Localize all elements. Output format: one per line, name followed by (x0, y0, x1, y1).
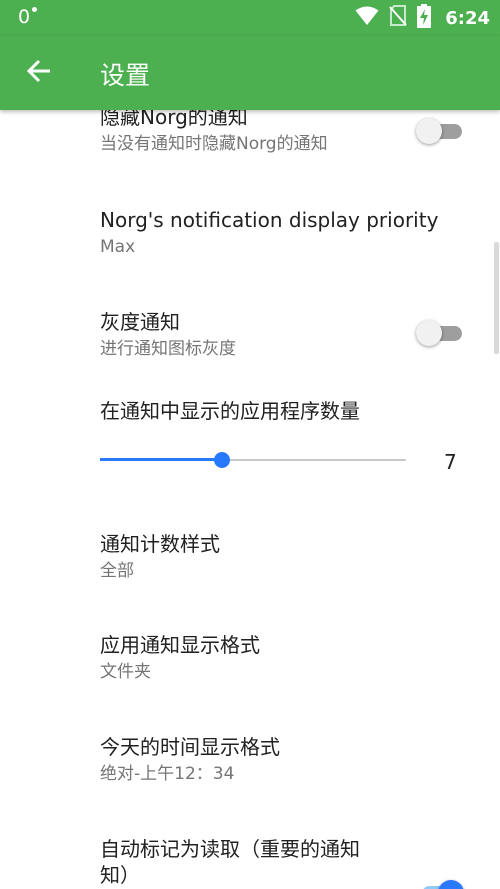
setting-title: 自动标记为读取（重要的通知 (100, 837, 360, 861)
setting-auto-mark-read[interactable]: 自动标记为读取（重要的通知 知） (100, 836, 390, 888)
page-title: 设置 (100, 61, 151, 90)
slider-knob[interactable] (214, 452, 230, 468)
setting-summary: 文件夹 (100, 662, 151, 682)
status-icons: 6:24 (355, 4, 490, 32)
slider-value: 7 (444, 450, 457, 474)
wifi-icon (355, 6, 379, 30)
hide-norg-notification-switch[interactable] (416, 116, 464, 146)
setting-title: Norg's notification display priority (100, 208, 439, 232)
setting-today-time-format[interactable]: 今天的时间显示格式 绝对-上午12：34 (100, 734, 500, 786)
setting-summary: 绝对-上午12：34 (100, 764, 235, 784)
grayscale-notification-switch[interactable] (416, 318, 464, 348)
app-bar: 设置 (0, 36, 500, 110)
setting-notification-priority[interactable]: Norg's notification display priority Max (100, 207, 500, 259)
slider-fill (100, 458, 222, 461)
switch-thumb (416, 320, 442, 346)
setting-app-count-in-notification: 在通知中显示的应用程序数量 (100, 398, 500, 424)
battery-charging-icon (417, 4, 432, 32)
status-bar: 0 6:24 (0, 0, 500, 36)
setting-summary: 全部 (100, 561, 134, 581)
no-sim-icon (389, 5, 407, 31)
setting-title-line2: 知） (100, 863, 140, 887)
status-left-text: 0 (18, 6, 31, 28)
switch-thumb (416, 118, 442, 144)
setting-title: 通知计数样式 (100, 532, 220, 556)
app-count-slider[interactable] (100, 450, 406, 470)
switch-thumb (438, 880, 464, 889)
notification-dot-icon (32, 7, 37, 12)
status-time: 6:24 (445, 7, 490, 29)
scrollbar[interactable] (494, 242, 499, 354)
setting-notification-count-style[interactable]: 通知计数样式 全部 (100, 531, 500, 583)
setting-title: 在通知中显示的应用程序数量 (100, 399, 360, 423)
settings-list: 隐藏Norg的通知 当没有通知时隐藏Norg的通知 Norg's notific… (0, 110, 500, 889)
setting-title: 今天的时间显示格式 (100, 735, 280, 759)
setting-summary: Max (100, 237, 136, 257)
arrow-left-icon (26, 58, 52, 88)
screen: 0 6:24 设置 隐藏Norg的通知 当没有通知时隐藏Norg的通知 Norg… (0, 0, 500, 889)
auto-mark-read-switch[interactable] (416, 878, 464, 889)
setting-title: 应用通知显示格式 (100, 633, 260, 657)
setting-app-notification-format[interactable]: 应用通知显示格式 文件夹 (100, 632, 500, 684)
back-button[interactable] (20, 54, 58, 92)
